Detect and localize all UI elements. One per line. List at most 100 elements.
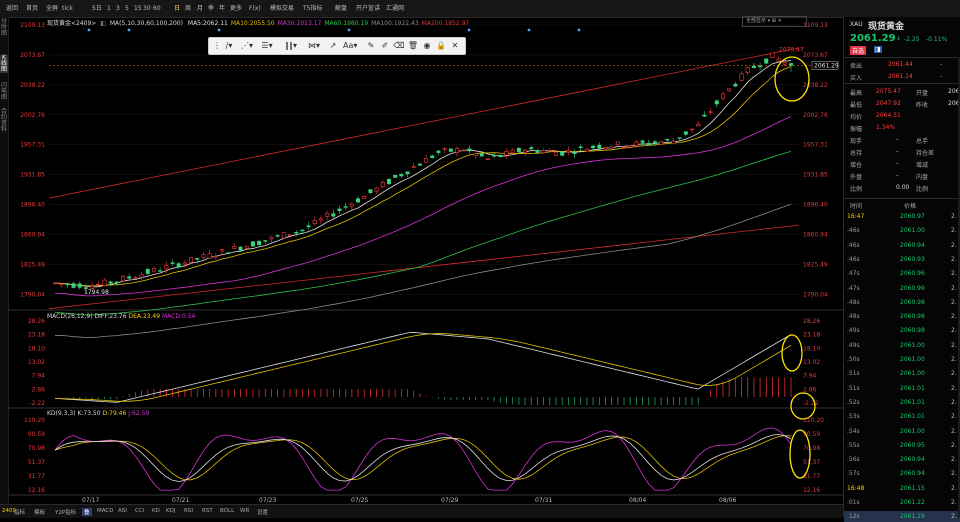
toolbar-item-5[interactable]: 1	[107, 3, 111, 14]
pattern-tool-icon[interactable]: ⋈▾	[308, 41, 320, 51]
share-icon[interactable]: ◨	[874, 46, 882, 53]
eye-icon[interactable]: ◉	[421, 41, 433, 51]
toolbar-item-17[interactable]: F(x)	[249, 3, 261, 14]
channel-tool-icon[interactable]: ☰▾	[261, 41, 273, 51]
tick-time: .01s	[847, 499, 860, 506]
toolbar-item-9[interactable]: 30	[143, 3, 151, 14]
indicator-tab-6[interactable]: CCI	[135, 508, 144, 514]
toolbar-item-6[interactable]: 3	[116, 3, 120, 14]
toolbar-item-3[interactable]: tick	[62, 3, 73, 14]
tick-volume: 2.	[951, 341, 957, 349]
left-tab-1[interactable]: K线图	[0, 55, 8, 73]
toolbar-item-11[interactable]: 日	[174, 3, 180, 14]
macd-y-tick-left: 13.02	[28, 359, 45, 366]
toolbar-item-18[interactable]: 模拟交易	[270, 3, 294, 14]
stat-value-3: 1.34%	[876, 124, 896, 131]
tick-time: .57s	[847, 470, 860, 478]
ma-value-0: MA5:2062.11	[188, 20, 228, 27]
tick-time: .50s	[847, 356, 860, 363]
indicator-tab-0[interactable]: 指标	[14, 508, 25, 516]
candle-body	[714, 100, 719, 105]
fullscreen-selector[interactable]: 全部显示 ▾ ⊞ ✕	[742, 16, 807, 27]
trend-tool-icon[interactable]: ⋰▾	[241, 41, 253, 51]
indicator-tab-2[interactable]: Y2P指标	[55, 508, 76, 516]
eraser-icon[interactable]: ⌫	[393, 41, 405, 51]
candle-body	[288, 234, 293, 236]
grid-tool-icon[interactable]: ‖‖▾	[285, 41, 297, 51]
indicator-tab-5[interactable]: ASI	[118, 508, 127, 514]
toolbar-item-22[interactable]: 汇通网	[386, 3, 404, 14]
tick-time: 16:48	[847, 484, 865, 492]
candle-body	[696, 123, 701, 127]
indicator-tab-4[interactable]: MACD	[97, 508, 114, 514]
candle-body	[306, 225, 311, 228]
candle-body	[269, 236, 274, 240]
kline-chart-svg[interactable]: 2109.13 2109.132073.67 2073.672038.22 2038.…	[9, 17, 843, 504]
toolbar-item-14[interactable]: 季	[208, 3, 214, 14]
toolbar-item-2[interactable]: 全屏	[46, 3, 58, 14]
arrow-tool-icon[interactable]: ↗	[327, 41, 339, 51]
toolbar-item-16[interactable]: 更多	[230, 3, 242, 14]
left-tab-0[interactable]: 分时图	[0, 19, 8, 37]
y-tick-left: 1790.04	[20, 291, 45, 298]
misc-value-1: -	[896, 148, 899, 155]
indicator-tab-13[interactable]: 设置	[257, 508, 268, 516]
ticks-head-time: 时间	[850, 203, 863, 210]
lock-icon[interactable]: 🔒	[435, 41, 447, 51]
left-tab-3[interactable]: 合约资料	[0, 109, 8, 133]
indicator-tab-7[interactable]: KD	[152, 508, 160, 514]
candle-body	[745, 67, 750, 73]
x-date-label: 07/25	[351, 497, 368, 504]
toolbar-item-19[interactable]: T5指标	[303, 3, 322, 14]
toolbar-item-13[interactable]: 月	[197, 3, 203, 14]
panel-name: 现货黄金	[868, 22, 905, 32]
toolbar-item-7[interactable]: 5	[125, 3, 129, 14]
indicator-tab-8[interactable]: KDJ	[166, 508, 175, 514]
y-tick-right: 1896.40	[803, 202, 828, 209]
text-tool-icon[interactable]: Aa▾	[343, 41, 357, 51]
candle-body	[170, 262, 175, 264]
indicator-tab-1[interactable]: 模板	[34, 508, 45, 516]
indicator-tab-11[interactable]: BOLL	[220, 508, 234, 514]
setting-icon[interactable]: ◧	[100, 20, 106, 27]
tick-volume: 2.	[951, 213, 957, 220]
toolbar-item-0[interactable]: 返回	[6, 3, 18, 14]
trash-icon[interactable]: 🗑	[407, 41, 419, 51]
close-icon[interactable]: ✕	[449, 41, 461, 51]
candle-body	[690, 128, 695, 131]
tick-volume: 2.	[951, 456, 957, 464]
misc-value-4: 0.00	[896, 184, 910, 191]
candle-body	[71, 283, 76, 288]
line-tool-icon[interactable]: ∕▾	[223, 41, 235, 51]
favorite-button[interactable]: 自选	[850, 46, 867, 55]
macd-y-tick-right: 28.26	[803, 318, 820, 325]
toolbar-item-8[interactable]: 15	[134, 3, 142, 14]
toolbar-item-21[interactable]: 开户宣讲	[356, 3, 380, 14]
tick-volume: 2.	[951, 270, 957, 278]
toolbar-item-10[interactable]: 60	[153, 3, 161, 14]
toolbar-item-1[interactable]: 首页	[26, 3, 38, 14]
toolbar-item-12[interactable]: 周	[185, 3, 191, 14]
diff-line	[54, 332, 792, 403]
toolbar-item-15[interactable]: 年	[219, 3, 225, 14]
kdj-y-tick-left: 51.37	[28, 459, 45, 466]
pencil-tool-icon[interactable]: ✐	[379, 41, 391, 51]
indicator-tab-10[interactable]: RST	[202, 508, 213, 514]
misc-label2-1: 持仓差	[916, 150, 935, 157]
ma-number: 2062.11	[203, 20, 228, 27]
chart-area[interactable]: 2109.13 2109.13 2073.67 2073.67 2038.22 2038.…	[9, 16, 843, 504]
indicator-tab-12[interactable]: WR	[240, 508, 249, 514]
sell-label: 卖出	[850, 63, 863, 70]
toolbar-item-20[interactable]: 解盘	[335, 3, 347, 14]
toolbar-item-4[interactable]: 5日	[92, 3, 102, 14]
event-dot	[347, 28, 351, 32]
indicator-tab-3[interactable]: 叠	[82, 508, 92, 516]
brush-tool-icon[interactable]: ✎	[365, 41, 377, 51]
macd-y-tick-left: 7.94	[32, 373, 46, 380]
event-dot	[527, 28, 531, 32]
candle-body	[121, 276, 126, 282]
drag-handle-icon[interactable]: ⋮	[211, 41, 223, 51]
peak-label: 2075.47	[779, 46, 804, 53]
left-tab-2[interactable]: 闪电图	[0, 83, 8, 101]
indicator-tab-9[interactable]: RSI	[184, 508, 193, 514]
